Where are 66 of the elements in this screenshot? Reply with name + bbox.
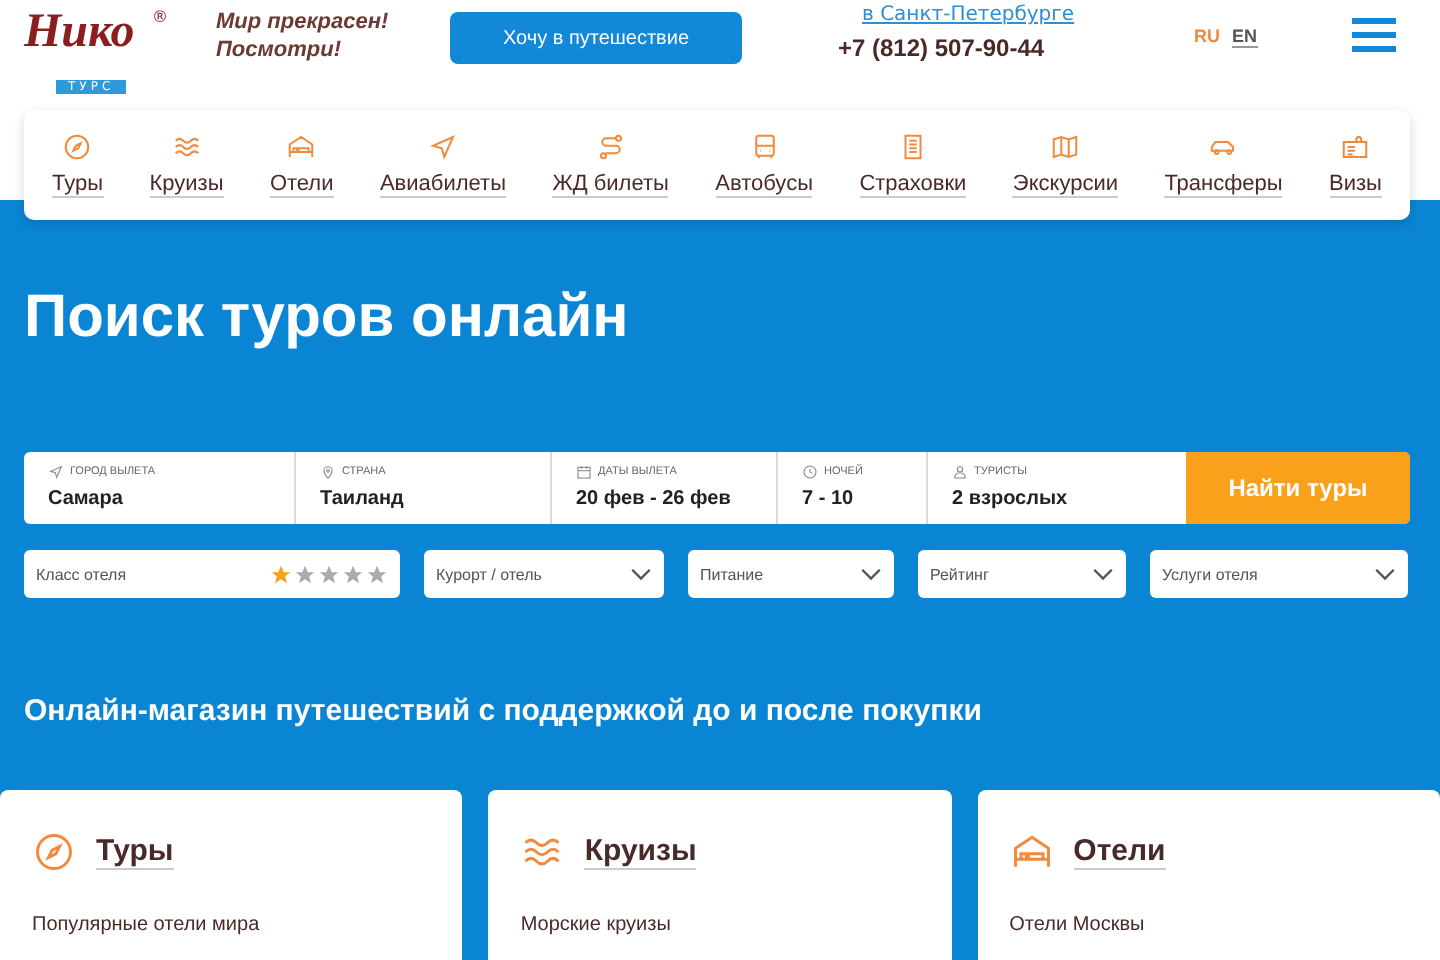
phone-number: +7 (812) 507-90-44: [838, 34, 1047, 62]
nav-link[interactable]: Трансферы: [1164, 172, 1283, 198]
filter-label: Рейтинг: [930, 565, 989, 583]
filter-dropdown[interactable]: Рейтинг: [918, 550, 1126, 598]
star-icon: [366, 563, 388, 585]
travel-button[interactable]: Хочу в путешествие: [450, 12, 742, 64]
filter-label: Услуги отеля: [1162, 565, 1258, 583]
clock-icon: [802, 464, 818, 480]
house-bed-icon: [286, 132, 317, 162]
nav-link[interactable]: ЖД билеты: [552, 172, 669, 198]
person-icon: [952, 464, 968, 480]
field-value: Самара: [48, 488, 125, 510]
filter-dropdown[interactable]: Класс отеля: [24, 550, 400, 598]
card-link[interactable]: Морские круизы: [520, 914, 920, 936]
paper-plane-icon: [48, 464, 64, 480]
card-title-link[interactable]: Туры: [96, 834, 174, 870]
pin-icon: [320, 464, 336, 480]
city-link[interactable]: в Санкт-Петербурге: [838, 4, 1138, 28]
nav-link[interactable]: Экскурсии: [1012, 172, 1118, 198]
chevron-down-icon: [860, 567, 882, 581]
nav-link[interactable]: Авиабилеты: [379, 172, 506, 198]
filter-label: Класс отеля: [36, 565, 127, 583]
nav-link[interactable]: Автобусы: [715, 172, 813, 198]
nav-link[interactable]: Визы: [1329, 172, 1382, 198]
card-link[interactable]: Отели Москвы: [1009, 914, 1408, 936]
star-icon: [342, 563, 364, 585]
menu-icon[interactable]: [1352, 18, 1396, 52]
waves-icon: [171, 132, 202, 162]
field-value: 7 - 10: [802, 488, 856, 510]
star-icon: [270, 563, 292, 585]
filter-label: Питание: [700, 565, 764, 583]
nav-link[interactable]: Туры: [52, 172, 104, 198]
filter-dropdown[interactable]: Курорт / отель: [424, 550, 664, 598]
chevron-down-icon: [630, 567, 652, 581]
star-icon: [318, 563, 340, 585]
star-icon: [294, 563, 316, 585]
filter-dropdown[interactable]: Питание: [688, 550, 894, 598]
compass-icon: [32, 830, 76, 874]
nav-link[interactable]: Отели: [269, 172, 334, 198]
star-rating[interactable]: [270, 563, 388, 585]
card-title-link[interactable]: Круизы: [584, 834, 697, 870]
paper-plane-icon: [427, 132, 458, 162]
chevron-down-icon: [1092, 567, 1114, 581]
id-card-icon: [1340, 132, 1371, 162]
card-title-link[interactable]: Отели: [1073, 834, 1166, 870]
card-link[interactable]: Популярные отели мира: [32, 914, 431, 936]
field-value: Таиланд: [320, 488, 406, 510]
registered-mark: ®: [152, 8, 168, 26]
chevron-down-icon: [1374, 567, 1396, 581]
slogan-text: Посмотри!: [216, 36, 343, 64]
slogan-text: Мир прекрасен!: [216, 8, 391, 36]
field-value: 2 взрослых: [952, 488, 1070, 510]
compass-icon: [62, 132, 93, 162]
page-title: Поиск туров онлайн: [24, 284, 629, 352]
nav-link[interactable]: Круизы: [149, 172, 224, 198]
bus-icon: [749, 132, 780, 162]
filter-label: Курорт / отель: [436, 565, 542, 583]
language-link[interactable]: EN: [1232, 26, 1258, 48]
map-icon: [1050, 132, 1081, 162]
field-value: 20 фев - 26 фев: [576, 488, 733, 510]
route-icon: [595, 132, 626, 162]
calendar-icon: [576, 464, 592, 480]
logo-wordmark: Нико: [24, 4, 135, 60]
nav-link[interactable]: Страховки: [859, 172, 967, 198]
slogan-heading: Онлайн-магазин путешествий с поддержкой до и после покупки: [24, 694, 982, 728]
filter-dropdown[interactable]: Услуги отеля: [1150, 550, 1408, 598]
